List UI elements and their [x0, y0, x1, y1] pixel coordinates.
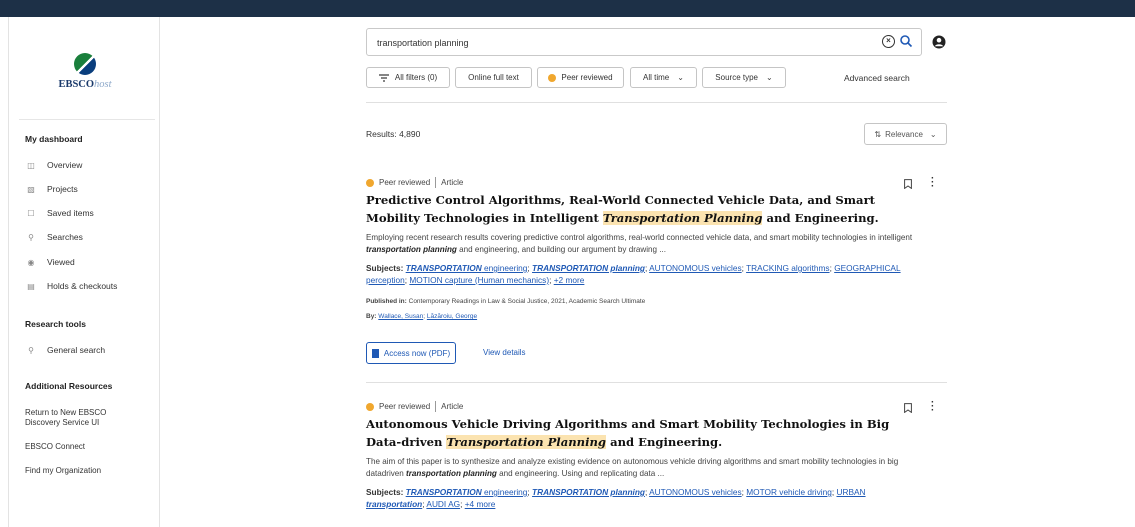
peer-reviewed-filter[interactable]: Peer reviewed [537, 67, 624, 88]
subject-link[interactable]: TRANSPORTATION [406, 487, 482, 497]
sidebar-item-viewed[interactable]: ◉ Viewed [25, 257, 75, 267]
subject-link[interactable]: engineering [482, 487, 527, 497]
chevron-down-icon: ⌄ [766, 73, 773, 82]
sidebar-item-saved-items[interactable]: ☐ Saved items [25, 208, 93, 218]
filter-icon [378, 73, 389, 82]
subject-link[interactable]: AUTONOMOUS vehicles [649, 487, 742, 497]
source-type-dropdown[interactable]: Source type ⌄ [702, 67, 786, 88]
result-abstract: Employing recent research results coveri… [366, 233, 913, 254]
link-return-to-eds[interactable]: Return to New EBSCO Discovery Service UI [25, 408, 135, 428]
result-subjects: Subjects: TRANSPORTATION engineering; TR… [366, 263, 901, 285]
search-history-icon: ⚲ [28, 232, 34, 242]
link-find-my-organization[interactable]: Find my Organization [25, 466, 101, 476]
more-options-icon[interactable]: · · · [931, 398, 934, 416]
search-icon[interactable] [899, 34, 913, 48]
advanced-search-link[interactable]: Advanced search [844, 73, 910, 83]
author-link[interactable]: Lăzăroiu, George [427, 313, 477, 320]
peer-reviewed-icon [366, 402, 374, 411]
books-icon: ▤ [27, 281, 35, 291]
eye-icon: ◉ [27, 257, 35, 267]
subject-link[interactable]: URBAN [837, 487, 866, 497]
overview-icon: ◫ [27, 160, 35, 170]
result-abstract: The aim of this paper is to synthesize a… [366, 457, 899, 478]
all-filters-button[interactable]: All filters (0) [366, 67, 450, 88]
all-time-dropdown[interactable]: All time ⌄ [630, 67, 697, 88]
search-icon: ⚲ [28, 345, 34, 355]
sort-icon: ⇅ [874, 129, 882, 139]
link-ebsco-connect[interactable]: EBSCO Connect [25, 442, 85, 452]
ebsco-logo-icon [74, 53, 96, 75]
results-count: Results: 4,890 [366, 129, 421, 139]
chevron-down-icon: ⌄ [929, 129, 937, 139]
meta-separator [435, 177, 437, 188]
logo-text: EBSCOhost [58, 79, 112, 90]
clear-search-icon[interactable]: × [882, 35, 895, 48]
sidebar: EBSCOhost My dashboard ◫ Overview ▧ Proj… [8, 17, 160, 527]
result-divider [366, 382, 947, 383]
result-card: Peer reviewed Article · · · Predictive Con… [366, 174, 947, 367]
result-card: Peer reviewed Article · · · Autonomous Veh… [366, 398, 947, 527]
research-tools-heading: Research tools [25, 319, 86, 329]
subject-link[interactable]: transportation [366, 499, 422, 509]
account-icon[interactable] [932, 35, 946, 49]
subject-link[interactable]: AUTONOMOUS vehicles [649, 263, 742, 273]
subject-link[interactable]: MOTION capture (Human mechanics) [409, 275, 549, 285]
result-meta: Peer reviewed Article [366, 401, 463, 412]
subject-link[interactable]: TRANSPORTATION planning [532, 487, 645, 497]
author-link[interactable]: Wallace, Susan [378, 313, 423, 320]
pdf-icon [371, 348, 379, 358]
sidebar-item-holds-checkouts[interactable]: ▤ Holds & checkouts [25, 281, 117, 291]
more-subjects-link[interactable]: +2 more [554, 275, 585, 285]
search-input[interactable]: transportation planning × [366, 28, 922, 56]
result-subjects: Subjects: TRANSPORTATION engineering; TR… [366, 487, 866, 509]
result-published-in: Published in: Contemporary Readings in L… [366, 298, 646, 305]
result-meta: Peer reviewed Article [366, 177, 463, 188]
chevron-down-icon: ⌄ [677, 73, 684, 82]
ebscohost-logo[interactable]: EBSCOhost [9, 53, 161, 90]
peer-reviewed-icon [366, 178, 374, 187]
more-subjects-link[interactable]: +4 more [465, 499, 496, 509]
subject-link[interactable]: TRANSPORTATION planning [532, 263, 645, 273]
peer-reviewed-icon [548, 73, 557, 82]
sidebar-item-searches[interactable]: ⚲ Searches [25, 232, 83, 242]
subject-link[interactable]: MOTOR vehicle driving [746, 487, 832, 497]
view-details-link[interactable]: View details [483, 348, 526, 357]
main-content: transportation planning × All filters (0… [160, 17, 1135, 527]
more-options-icon[interactable]: · · · [931, 174, 934, 192]
subject-link[interactable]: AUDI AG [426, 499, 460, 509]
folder-icon: ▧ [27, 184, 35, 194]
access-pdf-button[interactable]: Access now (PDF) [366, 342, 456, 364]
meta-separator [435, 401, 437, 412]
subject-link[interactable]: TRACKING algorithms [746, 263, 829, 273]
bookmark-icon[interactable] [904, 179, 912, 189]
sidebar-item-overview[interactable]: ◫ Overview [25, 160, 82, 170]
bookmark-icon[interactable] [904, 403, 912, 413]
top-bar [0, 0, 1135, 17]
additional-resources-heading: Additional Resources [25, 381, 113, 391]
sidebar-divider [19, 119, 155, 120]
sort-dropdown[interactable]: ⇅ Relevance ⌄ [864, 123, 947, 145]
result-title[interactable]: Autonomous Vehicle Driving Algorithms an… [366, 415, 906, 451]
bookmark-icon: ☐ [27, 208, 35, 218]
sidebar-item-general-search[interactable]: ⚲ General search [25, 345, 105, 355]
dashboard-heading: My dashboard [25, 134, 83, 144]
subject-link[interactable]: engineering [482, 263, 527, 273]
subject-link[interactable]: TRANSPORTATION [406, 263, 482, 273]
result-authors: By: Wallace, Susan; Lăzăroiu, George [366, 313, 478, 320]
search-query: transportation planning [377, 38, 469, 48]
online-full-text-filter[interactable]: Online full text [455, 67, 532, 88]
filters-divider [366, 102, 947, 103]
result-title[interactable]: Predictive Control Algorithms, Real-Worl… [366, 191, 906, 227]
sidebar-item-projects[interactable]: ▧ Projects [25, 184, 78, 194]
